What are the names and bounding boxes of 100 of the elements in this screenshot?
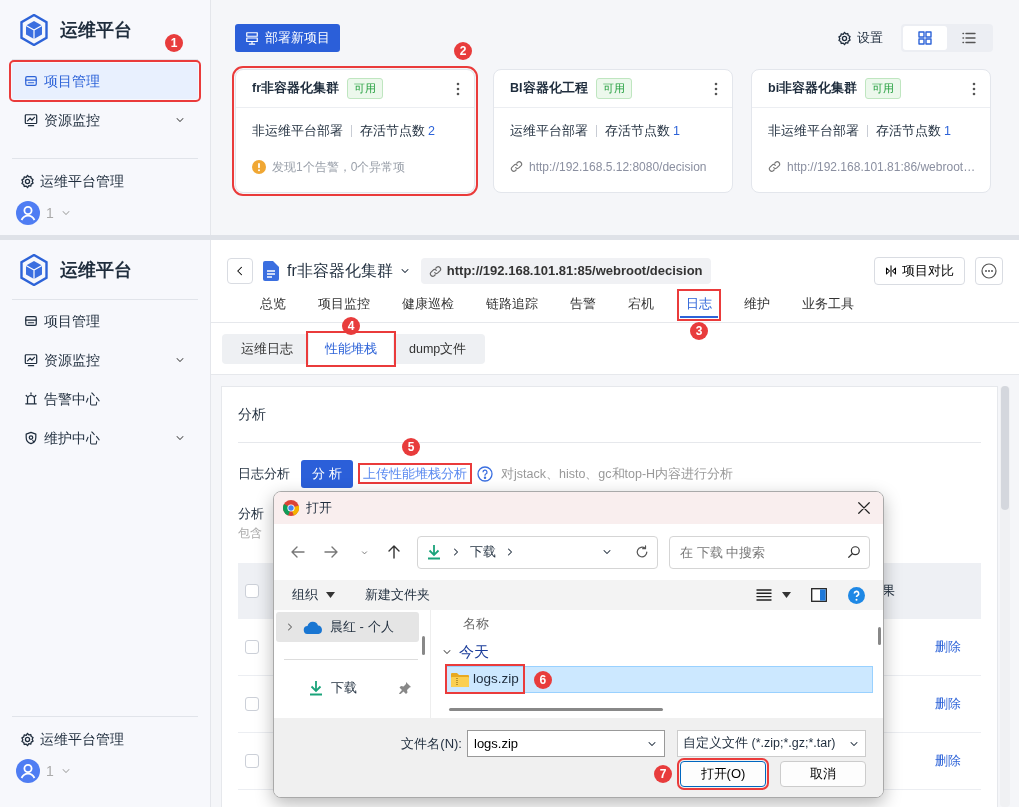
compare-button[interactable]: 项目对比 (874, 257, 965, 285)
tab[interactable]: 链路追踪 (480, 292, 544, 318)
node-count: 1 (673, 123, 680, 140)
analyze-button[interactable]: 分 析 (301, 460, 353, 488)
scrollbar-thumb[interactable] (422, 636, 425, 655)
file-type-select[interactable]: 自定义文件 (*.zip;*.gz;*.tar) (677, 730, 866, 757)
zip-folder-icon (451, 671, 469, 687)
sidebar-item[interactable]: 资源监控 (12, 342, 198, 378)
view-toggle-button[interactable] (903, 26, 947, 50)
view-list-icon[interactable] (756, 588, 772, 602)
step-badge: 3 (690, 322, 708, 340)
more-icon[interactable] (456, 81, 460, 96)
step-badge: 6 (533, 670, 552, 689)
upload-link[interactable]: 上传性能堆栈分析 (361, 466, 469, 481)
sub-tab[interactable]: 性能堆栈 (309, 334, 393, 364)
search-field[interactable]: 在 下载 中搜索 (680, 536, 859, 568)
scrollbar-thumb[interactable] (449, 708, 663, 711)
server-icon (245, 31, 259, 45)
alarm-icon (24, 392, 38, 406)
tab[interactable]: 项目监控 (312, 292, 376, 318)
back-button[interactable] (227, 258, 253, 284)
preview-pane-icon[interactable] (811, 588, 827, 602)
platform-settings-link[interactable]: 运维平台管理 (0, 721, 210, 757)
nav-item[interactable]: 晨红 - 个人 (276, 612, 419, 642)
document-icon (263, 261, 279, 281)
refresh-icon[interactable] (635, 545, 650, 559)
tab[interactable]: 日志 (680, 292, 718, 318)
column-header[interactable]: 名称 (435, 610, 883, 638)
new-folder-button[interactable]: 新建文件夹 (365, 585, 430, 605)
delete-link[interactable]: 删除 (935, 696, 961, 712)
tab[interactable]: 业务工具 (796, 292, 860, 318)
more-icon[interactable] (972, 81, 976, 96)
search-icon (847, 545, 861, 559)
dialog-title: 打开 (306, 499, 332, 518)
status-tag: 可用 (595, 78, 632, 99)
sidebar-item[interactable]: 告警中心 (12, 381, 198, 417)
deploy-button[interactable]: 部署新项目 (235, 24, 340, 52)
user-name: 1 (46, 761, 54, 781)
tab[interactable]: 宕机 (622, 292, 660, 318)
sidebar-item[interactable]: 项目管理 (12, 303, 198, 339)
tab[interactable]: 健康巡检 (396, 292, 460, 318)
delete-link[interactable]: 删除 (935, 639, 961, 655)
settings-link[interactable]: 设置 (837, 28, 883, 48)
compare-icon (885, 265, 897, 277)
search-box[interactable]: 在 下载 中搜索 (669, 535, 870, 569)
scrollbar-thumb[interactable] (878, 627, 881, 645)
alert-summary: 发现1个告警，0个异常项 (272, 158, 406, 176)
field-label: 日志分析 (238, 465, 291, 484)
cancel-button[interactable]: 取消 (780, 761, 866, 787)
file-name: logs.zip (473, 669, 519, 688)
checkbox[interactable] (245, 584, 259, 598)
organize-menu[interactable]: 组织 (292, 585, 335, 605)
sidebar-item[interactable]: 资源监控 (12, 102, 198, 138)
close-icon[interactable] (857, 501, 871, 515)
help-icon[interactable] (848, 586, 865, 604)
grid-view-icon (917, 30, 933, 46)
sub-tab[interactable]: 运维日志 (225, 334, 309, 364)
link-icon (510, 160, 523, 174)
cube-logo-icon (20, 14, 48, 46)
delete-link[interactable]: 删除 (935, 753, 961, 769)
column-header: 果 (881, 582, 896, 601)
checkbox[interactable] (245, 640, 259, 654)
project-card[interactable]: BI容器化工程 可用 运维平台部署 存活节点数 1 http://192.168.5.12:8080/decision (493, 69, 733, 193)
warning-icon (252, 159, 266, 174)
address-bar[interactable]: 下载 (416, 535, 659, 569)
card-title: fr非容器化集群 (252, 79, 340, 98)
deploy-type: 非运维平台部署 (252, 123, 343, 140)
group-header[interactable]: 今天 (435, 638, 883, 666)
step-badge: 1 (165, 34, 183, 52)
tab[interactable]: 维护 (738, 292, 776, 318)
project-card[interactable]: fr非容器化集群 可用 非运维平台部署 存活节点数 2 发现1个告警，0个异常项 (235, 69, 475, 193)
open-button[interactable]: 打开(O) (680, 761, 766, 787)
ellipsis-icon (981, 263, 997, 279)
sub-tab[interactable]: dump文件 (393, 334, 483, 364)
project-title: fr非容器化集群 (287, 261, 393, 281)
platform-settings-link[interactable]: 运维平台管理 (0, 163, 210, 199)
step-badge: 2 (454, 42, 472, 60)
tab[interactable]: 告警 (564, 292, 602, 318)
checkbox[interactable] (245, 697, 259, 711)
cloud-icon (303, 620, 323, 634)
sidebar-item[interactable]: 项目管理 (12, 63, 198, 99)
dropdown-arrow-icon (326, 592, 335, 598)
path-segment[interactable]: 下载 (469, 542, 496, 562)
download-icon (425, 544, 442, 560)
node-count-label: 存活节点数 (605, 123, 670, 140)
more-button[interactable] (975, 257, 1003, 285)
sidebar-item[interactable]: 维护中心 (12, 420, 198, 456)
checkbox[interactable] (245, 754, 259, 768)
download-icon (308, 680, 324, 696)
more-icon[interactable] (714, 81, 718, 96)
help-icon[interactable] (477, 466, 493, 482)
project-card[interactable]: bi非容器化集群 可用 非运维平台部署 存活节点数 1 http://192.168.101.81:86/webroot… (751, 69, 991, 193)
file-row[interactable]: logs.zip 6 (445, 666, 873, 693)
card-title: BI容器化工程 (510, 79, 588, 98)
scrollbar[interactable] (1000, 386, 1010, 807)
nav-item[interactable]: 下载 (276, 673, 419, 703)
tab[interactable]: 总览 (254, 292, 292, 318)
status-tag: 可用 (347, 78, 384, 99)
hint-text: 对jstack、histo、gc和top-H内容进行分析 (501, 465, 734, 483)
cube-logo-icon (20, 254, 48, 286)
